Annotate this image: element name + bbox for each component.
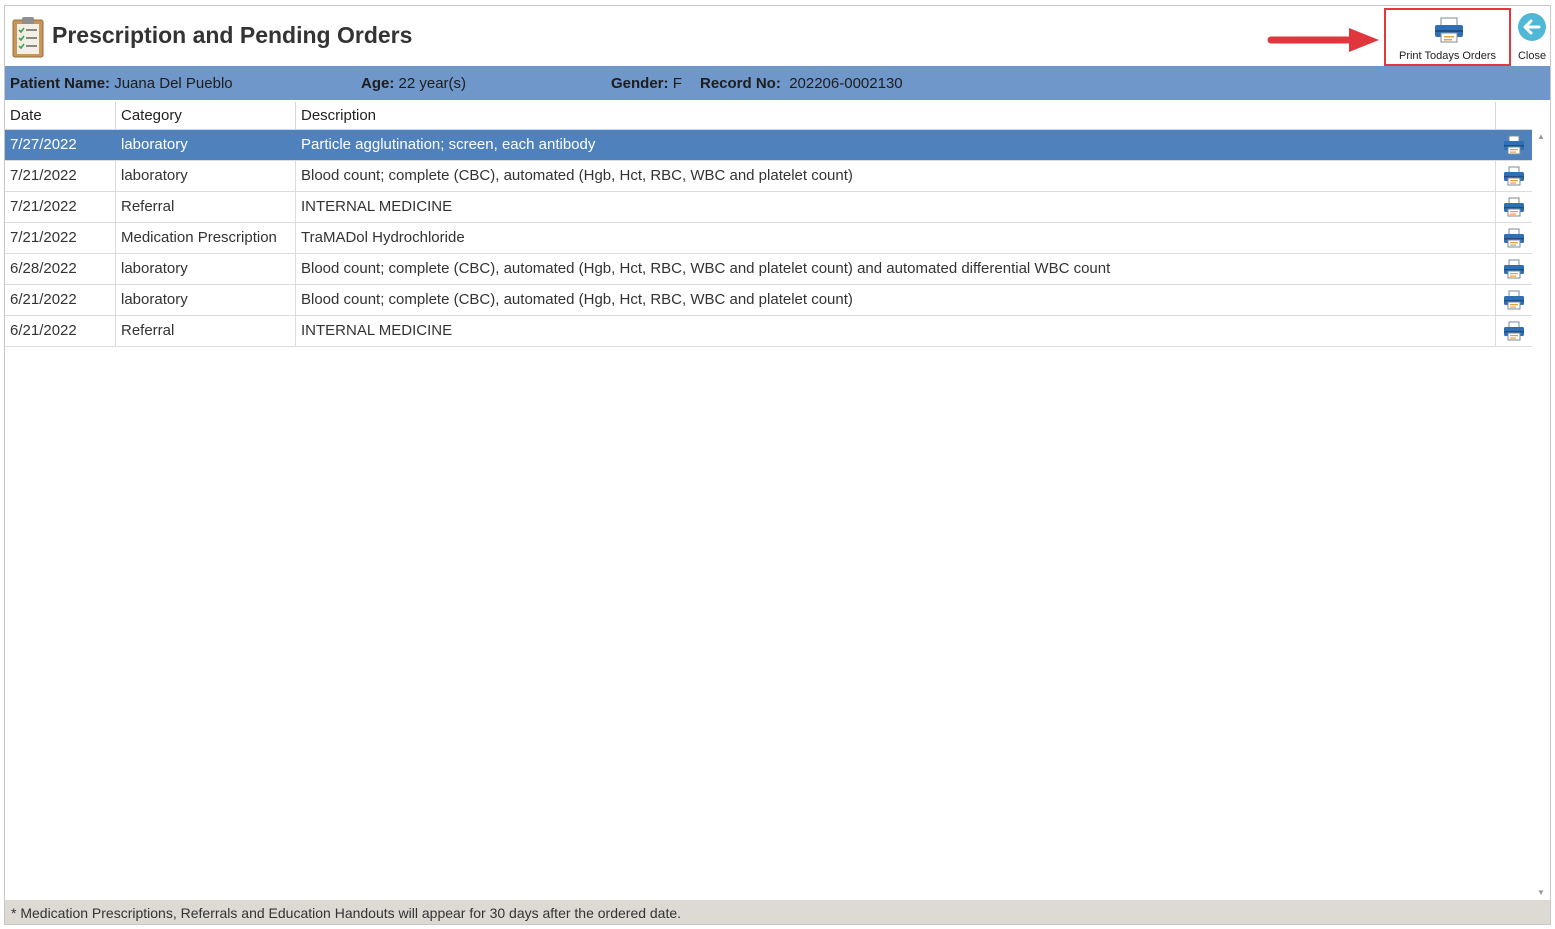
cell-category: Medication Prescription xyxy=(116,223,296,253)
cell-date: 7/27/2022 xyxy=(5,130,116,160)
table-row[interactable]: 6/21/2022 laboratory Blood count; complete… xyxy=(5,285,1532,316)
cell-date: 7/21/2022 xyxy=(5,161,116,191)
orders-grid: Date Category Description 7/27/2022 labor… xyxy=(5,102,1532,347)
cell-category: laboratory xyxy=(116,285,296,315)
printer-icon[interactable] xyxy=(1503,166,1525,186)
table-row[interactable]: 7/21/2022 Referral INTERNAL MEDICINE xyxy=(5,192,1532,223)
cell-category: Referral xyxy=(116,316,296,346)
printer-icon[interactable] xyxy=(1503,135,1525,155)
printer-icon[interactable] xyxy=(1503,290,1525,310)
cell-date: 7/21/2022 xyxy=(5,192,116,222)
patient-gender-field: Gender: F xyxy=(611,75,682,92)
print-todays-orders-button[interactable]: Print Todays Orders xyxy=(1384,8,1511,66)
table-row[interactable]: 7/27/2022 laboratory Particle agglutinatio… xyxy=(5,130,1532,161)
cell-description: Blood count; complete (CBC), automated (… xyxy=(296,285,1496,315)
cell-description: TraMADol Hydrochloride xyxy=(296,223,1496,253)
red-arrow-icon xyxy=(1267,28,1379,52)
column-header-description[interactable]: Description xyxy=(296,102,1496,129)
printer-icon[interactable] xyxy=(1503,259,1525,279)
cell-description: INTERNAL MEDICINE xyxy=(296,316,1496,346)
patient-age-value: 22 year(s) xyxy=(398,75,467,92)
cell-date: 7/21/2022 xyxy=(5,223,116,253)
scroll-up-arrow-icon[interactable]: ▲ xyxy=(1536,132,1546,142)
clipboard-checklist-icon xyxy=(12,17,44,58)
patient-record-label: Record No: xyxy=(700,75,781,92)
page-title: Prescription and Pending Orders xyxy=(52,22,413,48)
orders-window: Prescription and Pending Orders Print To… xyxy=(4,5,1551,925)
table-row[interactable]: 7/21/2022 Medication Prescription TraMADol… xyxy=(5,223,1532,254)
patient-record-field: Record No: 202206-0002130 xyxy=(700,75,903,92)
patient-info-bar: Patient Name: Juana Del Pueblo Age: 22 y… xyxy=(5,66,1550,100)
cell-description: Particle agglutination; screen, each ant… xyxy=(296,130,1496,160)
window-header: Prescription and Pending Orders Print To… xyxy=(5,6,1550,66)
cell-actions xyxy=(1496,192,1532,222)
patient-gender-label: Gender: xyxy=(611,75,669,92)
close-label: Close xyxy=(1517,50,1547,62)
footer-note: * Medication Prescriptions, Referrals an… xyxy=(5,900,1550,924)
printer-icon[interactable] xyxy=(1503,228,1525,248)
table-row[interactable]: 6/28/2022 laboratory Blood count; complete… xyxy=(5,254,1532,285)
patient-name-value: Juana Del Pueblo xyxy=(114,75,233,92)
cell-actions xyxy=(1496,161,1532,191)
printer-icon xyxy=(1435,17,1463,43)
cell-category: laboratory xyxy=(116,130,296,160)
patient-record-value: 202206-0002130 xyxy=(789,75,903,92)
patient-name-label: Patient Name: xyxy=(10,75,111,92)
cell-description: INTERNAL MEDICINE xyxy=(296,192,1496,222)
table-row[interactable]: 6/21/2022 Referral INTERNAL MEDICINE xyxy=(5,316,1532,347)
cell-category: Referral xyxy=(116,192,296,222)
print-todays-orders-label: Print Todays Orders xyxy=(1398,50,1496,62)
grid-header: Date Category Description xyxy=(5,102,1532,130)
printer-icon[interactable] xyxy=(1503,197,1525,217)
cell-date: 6/21/2022 xyxy=(5,285,116,315)
column-header-actions xyxy=(1496,102,1532,129)
cell-description: Blood count; complete (CBC), automated (… xyxy=(296,161,1496,191)
table-row[interactable]: 7/21/2022 laboratory Blood count; complete… xyxy=(5,161,1532,192)
close-button[interactable]: Close xyxy=(1514,10,1550,66)
patient-gender-value: F xyxy=(672,75,682,92)
back-arrow-circle-icon xyxy=(1518,13,1546,41)
patient-name-field: Patient Name: Juana Del Pueblo xyxy=(10,75,233,92)
column-header-date[interactable]: Date xyxy=(5,102,116,129)
cell-description: Blood count; complete (CBC), automated (… xyxy=(296,254,1496,284)
grid-body: 7/27/2022 laboratory Particle agglutinatio… xyxy=(5,130,1532,347)
printer-icon[interactable] xyxy=(1503,321,1525,341)
cell-category: laboratory xyxy=(116,254,296,284)
cell-category: laboratory xyxy=(116,161,296,191)
cell-date: 6/21/2022 xyxy=(5,316,116,346)
cell-date: 6/28/2022 xyxy=(5,254,116,284)
cell-actions xyxy=(1496,254,1532,284)
vertical-scrollbar[interactable]: ▲ ▼ xyxy=(1534,130,1548,900)
cell-actions xyxy=(1496,285,1532,315)
cell-actions xyxy=(1496,316,1532,346)
patient-age-field: Age: 22 year(s) xyxy=(361,75,466,92)
cell-actions xyxy=(1496,130,1532,160)
scroll-down-arrow-icon[interactable]: ▼ xyxy=(1536,888,1546,898)
cell-actions xyxy=(1496,223,1532,253)
column-header-category[interactable]: Category xyxy=(116,102,296,129)
patient-age-label: Age: xyxy=(361,75,395,92)
